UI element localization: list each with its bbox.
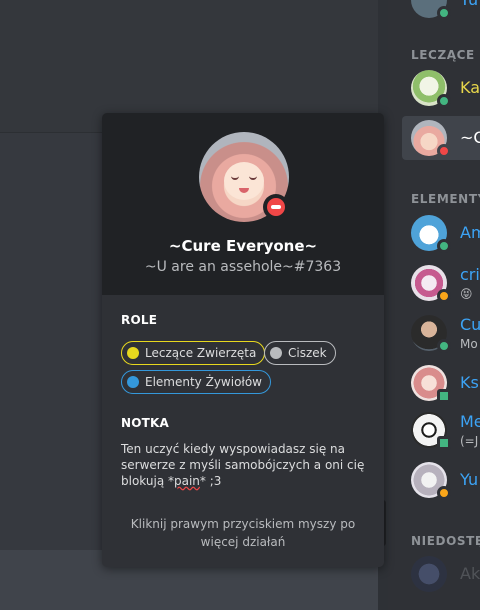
profile-tag: ~U are an assehole~#7363 xyxy=(144,259,342,275)
member-name: Yu xyxy=(460,0,478,9)
context-menu-hint: Kliknij prawym przyciskiem myszy po więc… xyxy=(130,517,356,549)
avatar-face xyxy=(224,162,264,200)
status-online-icon xyxy=(437,94,451,108)
member-activity: (=J xyxy=(460,434,479,448)
avatar xyxy=(411,556,447,592)
note-textarea[interactable]: Ten uczyć kiedy wyspowiadasz się na serw… xyxy=(121,441,371,489)
role-pill-ciszek[interactable]: Ciszek xyxy=(264,341,336,365)
note-title: NOTKA xyxy=(121,416,170,430)
member-name: Ak xyxy=(460,564,480,583)
member-name: Ka xyxy=(460,78,480,97)
role-pill-elementy[interactable]: Elementy Żywiołów xyxy=(121,370,271,394)
dnd-bar xyxy=(271,205,281,209)
roles-title: ROLE xyxy=(121,313,158,327)
role-color-dot xyxy=(127,376,139,388)
mobile-status-icon xyxy=(437,389,451,403)
profile-body: ROLE Leczące Zwierzęta Ciszek Elementy Ż… xyxy=(102,295,384,567)
note-text: Ten uczyć kiedy wyspowiadasz się na serw… xyxy=(121,442,365,488)
group-header-niedostepni: NIEDOSTĘ xyxy=(411,534,480,548)
member-name: Ks xyxy=(460,373,479,392)
status-idle-icon xyxy=(437,486,451,500)
member-name: Me xyxy=(460,412,480,431)
role-label: Leczące Zwierzęta xyxy=(145,346,257,360)
role-label: Elementy Żywiołów xyxy=(145,375,262,389)
member-item-cure[interactable]: ~C xyxy=(402,116,480,160)
group-header-elementy: ELEMENTY xyxy=(411,192,480,206)
member-item-am[interactable]: Am xyxy=(402,211,480,255)
role-color-dot xyxy=(127,347,139,359)
user-profile-popout: ~Cure Everyone~ ~U are an assehole~#7363… xyxy=(102,113,384,567)
member-activity: 😝 xyxy=(460,287,473,301)
member-name: ~C xyxy=(460,128,480,147)
mobile-status-icon xyxy=(437,436,451,450)
note-text-end: * ;3 xyxy=(199,474,222,488)
member-item-ak[interactable]: Ak xyxy=(402,552,480,596)
status-dnd-icon xyxy=(437,144,451,158)
profile-username: ~Cure Everyone~ xyxy=(168,237,318,255)
member-name: Cu xyxy=(460,315,480,334)
status-online-icon xyxy=(437,239,451,253)
member-item-cu[interactable]: Cu Mo xyxy=(402,311,480,355)
member-item-ka[interactable]: Ka xyxy=(402,66,480,110)
dnd-dot xyxy=(267,198,285,216)
member-item-ks[interactable]: Ks xyxy=(402,361,480,405)
profile-header: ~Cure Everyone~ ~U are an assehole~#7363 xyxy=(102,113,384,295)
member-item-me[interactable]: Me (=J xyxy=(402,408,480,452)
member-item-top[interactable]: Yu xyxy=(402,0,480,22)
status-idle-icon xyxy=(437,289,451,303)
note-misspelled-word: pain xyxy=(173,474,200,488)
member-item-cri[interactable]: cri 😝 xyxy=(402,261,480,305)
group-header-leczace: LECZĄCE Z xyxy=(411,48,480,62)
role-label: Ciszek xyxy=(288,346,327,360)
member-name: Am xyxy=(460,223,480,242)
status-online-icon xyxy=(437,339,451,353)
member-list: Yu LECZĄCE Z Ka ~C ELEMENTY Am cri 😝 Cu … xyxy=(388,0,480,610)
member-name: cri xyxy=(460,265,480,284)
member-item-yu[interactable]: Yu xyxy=(402,458,480,502)
member-activity: Mo xyxy=(460,337,478,351)
member-name: Yu xyxy=(460,470,479,489)
role-color-dot xyxy=(270,347,282,359)
dnd-status-icon xyxy=(263,194,289,220)
status-online-icon xyxy=(437,6,451,20)
role-pill-leczace[interactable]: Leczące Zwierzęta xyxy=(121,341,266,365)
